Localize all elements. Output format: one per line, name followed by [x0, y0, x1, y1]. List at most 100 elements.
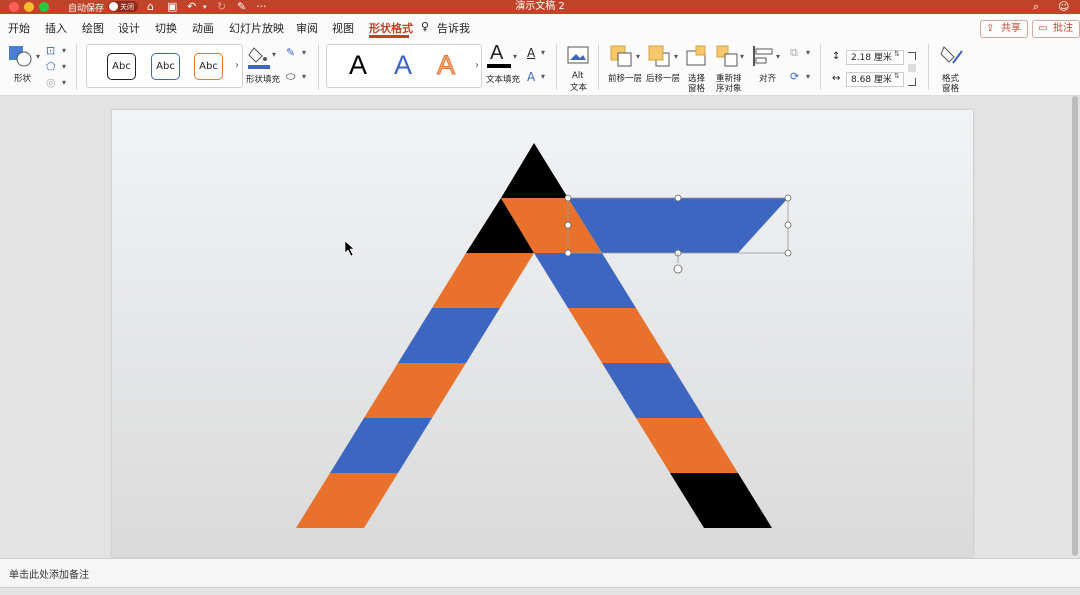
top-black-segment[interactable]: [501, 143, 568, 198]
comments-label: 批注: [1053, 23, 1073, 34]
width-value: 8.68 厘米: [851, 75, 892, 85]
left-leg-segment-4[interactable]: [364, 363, 466, 418]
gallery-more-icon[interactable]: ›: [235, 60, 239, 71]
chevron-down-icon[interactable]: ▾: [513, 52, 517, 61]
group-icon[interactable]: ⧉: [790, 46, 798, 60]
tab-draw[interactable]: 绘图: [82, 20, 104, 36]
left-leg-segment-3[interactable]: [398, 308, 500, 363]
shape-effects-icon[interactable]: ⬭: [286, 70, 295, 84]
shape-style-1[interactable]: Abc: [107, 53, 136, 80]
tell-me-field[interactable]: 告诉我: [437, 20, 470, 36]
lock-aspect-icon[interactable]: [908, 52, 916, 60]
shape-style-3[interactable]: Abc: [194, 53, 223, 80]
separator: [820, 44, 821, 90]
text-fill-icon[interactable]: A: [490, 42, 503, 65]
share-icon: ⇪: [986, 23, 995, 34]
tab-insert[interactable]: 插入: [45, 20, 67, 36]
shape-styles-gallery: Abc Abc Abc ›: [86, 44, 243, 88]
selected-shape[interactable]: [568, 198, 788, 253]
chevron-down-icon[interactable]: ▾: [272, 50, 276, 59]
send-backward-icon[interactable]: [648, 45, 672, 67]
tab-design[interactable]: 设计: [118, 20, 140, 36]
tab-animations[interactable]: 动画: [192, 20, 214, 36]
alt-text-label-1: Alt: [572, 71, 584, 81]
chevron-down-icon[interactable]: ▾: [36, 52, 40, 61]
width-icon: ↔: [832, 73, 841, 84]
rotate-handle-icon[interactable]: [673, 264, 683, 274]
selection-pane-icon[interactable]: [686, 45, 710, 67]
wordart-styles-gallery: A A A ›: [326, 44, 482, 88]
tab-slideshow[interactable]: 幻灯片放映: [229, 20, 284, 36]
slide-canvas: [0, 96, 1080, 558]
search-icon[interactable]: ⌕: [1033, 0, 1039, 14]
height-stepper-icon[interactable]: ⇅: [894, 50, 900, 58]
tab-review[interactable]: 审阅: [296, 20, 318, 36]
chevron-down-icon[interactable]: ▾: [541, 48, 545, 57]
right-leg-segment-5[interactable]: [670, 473, 772, 528]
merge-shapes-icon[interactable]: ◎: [46, 76, 56, 89]
right-leg-segment-4[interactable]: [636, 418, 738, 473]
separator: [598, 44, 599, 90]
height-value: 2.18 厘米: [851, 53, 892, 63]
right-leg-segment-1[interactable]: [534, 253, 636, 308]
width-stepper-icon[interactable]: ⇅: [894, 72, 900, 80]
shape-style-2[interactable]: Abc: [151, 53, 180, 80]
chevron-down-icon[interactable]: ▾: [302, 72, 306, 81]
reorder-objects-icon[interactable]: [716, 45, 740, 67]
wordart-style-orange[interactable]: A: [436, 50, 455, 81]
chevron-down-icon[interactable]: ▾: [806, 72, 810, 81]
tab-transitions[interactable]: 切换: [155, 20, 177, 36]
height-icon: ↕: [832, 51, 841, 62]
align-icon[interactable]: [752, 45, 776, 67]
left-leg-segment-2[interactable]: [432, 253, 534, 308]
send-backward-label: 后移一层: [646, 74, 681, 84]
chevron-down-icon[interactable]: ▾: [302, 48, 306, 57]
document-title: 演示文稿 2: [515, 1, 565, 12]
wordart-style-blue[interactable]: A: [394, 50, 412, 81]
comments-button[interactable]: ▭ 批注: [1032, 20, 1080, 38]
tab-home[interactable]: 开始: [8, 20, 30, 36]
gallery-more-icon[interactable]: ›: [475, 60, 479, 71]
tab-view[interactable]: 视图: [332, 20, 354, 36]
text-fill-color-swatch: [487, 64, 511, 68]
chevron-down-icon[interactable]: ▾: [776, 52, 780, 61]
mouse-cursor-icon: [344, 240, 355, 257]
chevron-down-icon[interactable]: ▾: [541, 72, 545, 81]
right-leg-segment-2[interactable]: [568, 308, 670, 363]
alt-text-label-2: 文本: [570, 83, 588, 93]
text-box-icon[interactable]: ⊡: [46, 44, 55, 57]
alt-text-icon[interactable]: [567, 46, 591, 66]
lock-aspect-bracket: [908, 78, 916, 86]
chevron-down-icon[interactable]: ▾: [636, 52, 640, 61]
notes-pane[interactable]: 单击此处添加备注: [0, 558, 1080, 587]
chevron-down-icon[interactable]: ▾: [62, 46, 66, 55]
bring-forward-icon[interactable]: [610, 45, 634, 67]
chevron-down-icon[interactable]: ▾: [740, 52, 744, 61]
slide[interactable]: [112, 110, 973, 557]
lock-aspect-box: [908, 64, 916, 72]
left-leg-segment-5[interactable]: [330, 418, 432, 473]
shapes-icon[interactable]: [8, 44, 34, 68]
tab-shape-format[interactable]: 形状格式: [369, 20, 413, 36]
separator: [318, 44, 319, 90]
wordart-style-black[interactable]: A: [349, 50, 367, 81]
account-icon[interactable]: ☺: [1058, 0, 1069, 14]
share-button[interactable]: ⇪ 共享: [980, 20, 1028, 38]
shape-outline-icon[interactable]: ✎: [286, 46, 295, 59]
lightbulb-icon: ♀: [421, 20, 430, 33]
shape-fill-label: 形状填充: [246, 75, 281, 85]
rotate-icon[interactable]: ⟳: [790, 70, 799, 83]
chevron-down-icon[interactable]: ▾: [62, 62, 66, 71]
text-outline-icon[interactable]: A: [527, 46, 535, 60]
vertical-scrollbar[interactable]: [1072, 96, 1078, 556]
left-leg-segment-6[interactable]: [296, 473, 398, 528]
shape-label: 形状: [14, 74, 32, 84]
format-pane-icon[interactable]: [940, 45, 964, 67]
shape-fill-icon[interactable]: [248, 44, 272, 70]
chevron-down-icon[interactable]: ▾: [674, 52, 678, 61]
text-effects-icon[interactable]: A: [527, 70, 535, 84]
edit-shape-icon[interactable]: ⬠: [46, 60, 56, 73]
chevron-down-icon[interactable]: ▾: [62, 78, 66, 87]
right-leg-segment-3[interactable]: [602, 363, 704, 418]
chevron-down-icon[interactable]: ▾: [806, 48, 810, 57]
